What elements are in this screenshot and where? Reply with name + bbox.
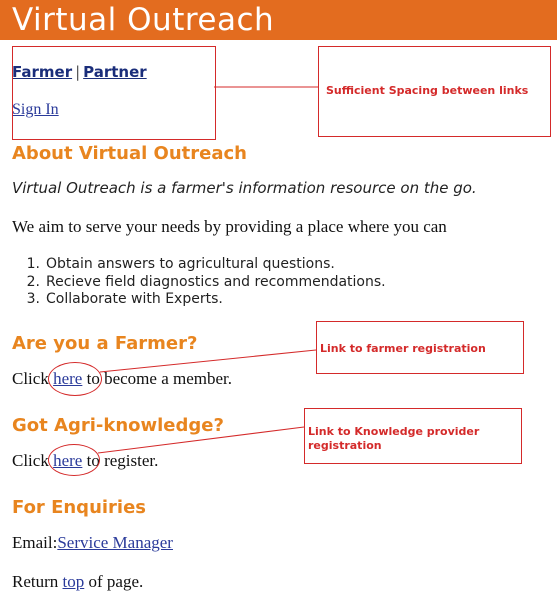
- list-item: 1. Obtain answers to agricultural questio…: [26, 256, 335, 272]
- spacing-note: Sufficient Spacing between links: [326, 84, 529, 97]
- farmer-heading: Are you a Farmer?: [12, 333, 198, 354]
- about-heading: About Virtual Outreach: [12, 143, 247, 164]
- return-top-line: Return top of page.: [12, 572, 144, 591]
- nav-highlight-box: [12, 46, 216, 140]
- farmer-register-text: Click here to become a member.: [12, 369, 232, 388]
- list-item: 2. Recieve field diagnostics and recommen…: [26, 273, 386, 290]
- service-manager-link[interactable]: Service Manager: [57, 533, 173, 552]
- email-line: Email:Service Manager: [12, 533, 173, 552]
- header-banner: Virtual Outreach: [0, 0, 557, 40]
- farmer-note: Link to farmer registration: [320, 342, 486, 355]
- intro-text: We aim to serve your needs by providing …: [12, 217, 447, 236]
- steps-list: 1. Obtain answers to agricultural questio…: [12, 256, 386, 309]
- top-link[interactable]: top: [63, 572, 85, 591]
- tagline: Virtual Outreach is a farmer's informati…: [12, 179, 477, 197]
- enquiries-heading: For Enquiries: [12, 497, 147, 518]
- farmer-link-circle: [48, 362, 102, 396]
- knowledge-link-circle: [48, 444, 100, 476]
- knowledge-note: Link to Knowledge provider registration: [308, 425, 480, 452]
- list-item: 3. Collaborate with Experts.: [26, 291, 223, 307]
- site-title: Virtual Outreach: [12, 2, 275, 38]
- knowledge-heading: Got Agri-knowledge?: [12, 415, 224, 436]
